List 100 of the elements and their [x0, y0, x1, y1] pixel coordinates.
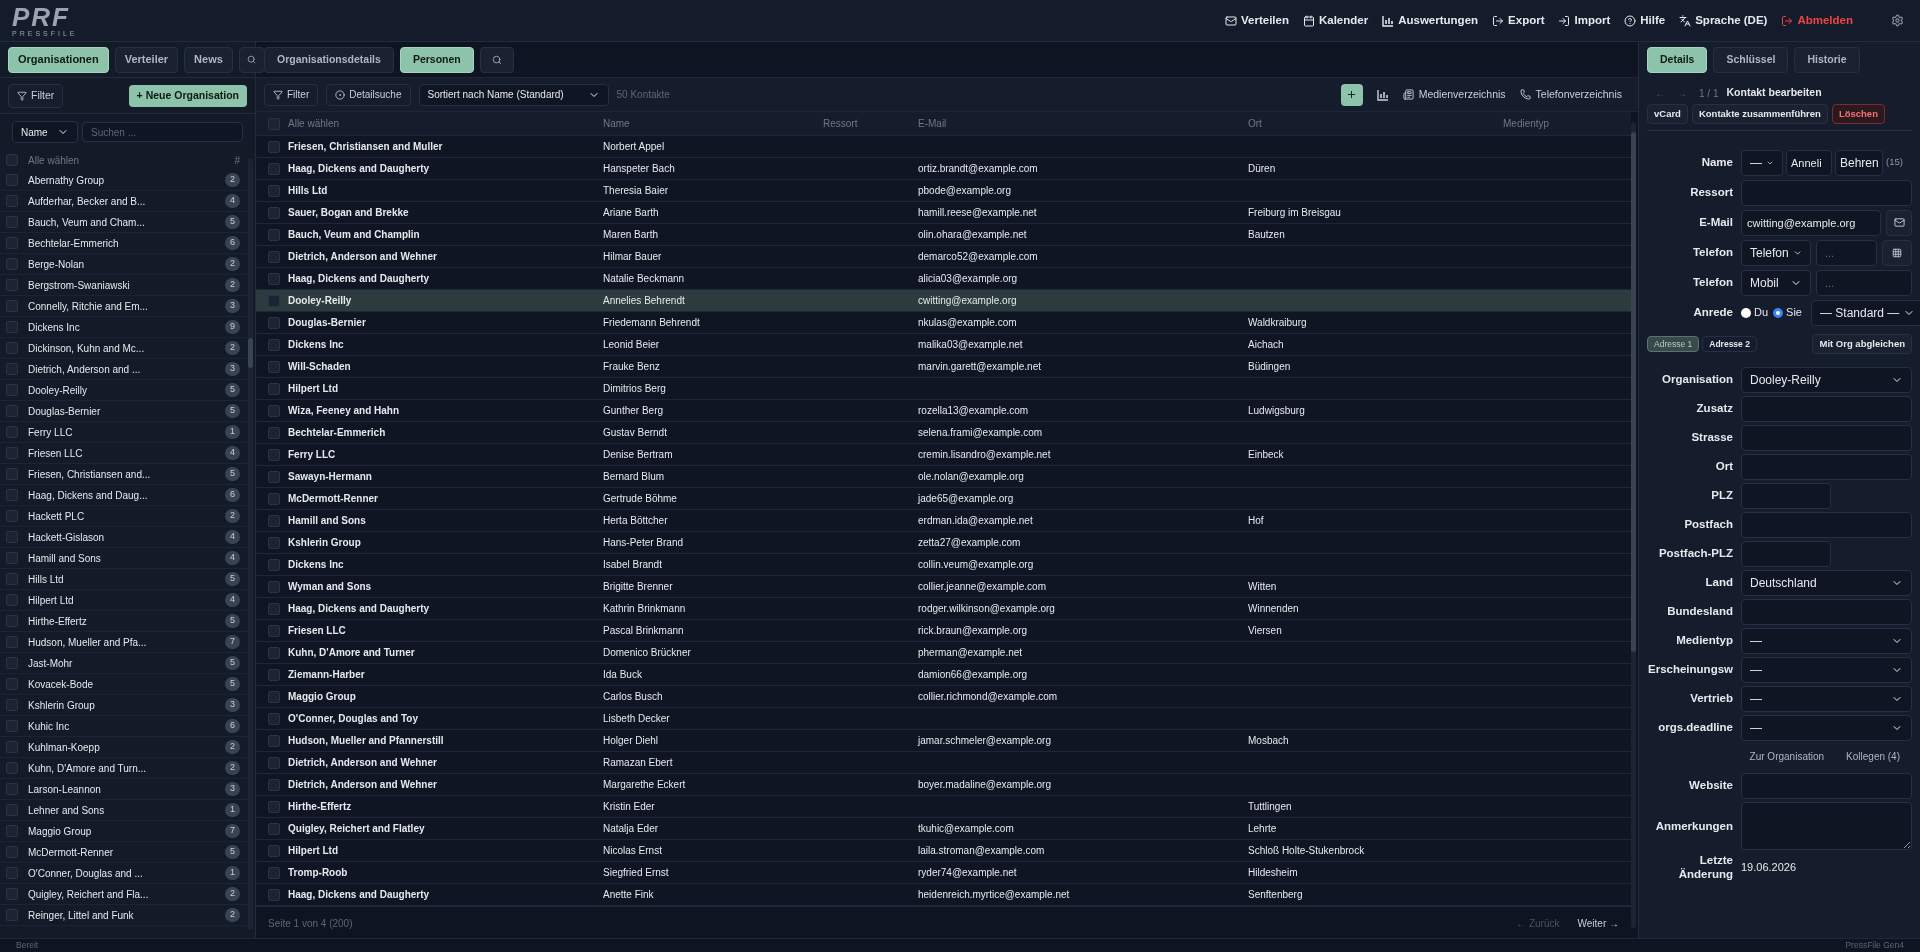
phone-field[interactable]: ...: [1816, 239, 1877, 266]
organisation-name[interactable]: Dickinson, Kuhn and Mc...: [28, 340, 215, 356]
organisation-name[interactable]: Kuhn, D'Amore and Turn...: [28, 760, 215, 776]
address-tab[interactable]: Adresse 1: [1647, 336, 1700, 352]
select-field[interactable]: —: [1741, 714, 1912, 741]
action-button[interactable]: vCard: [1647, 104, 1688, 124]
column-header[interactable]: Ort: [1248, 116, 1503, 131]
view-tab[interactable]: Personen: [399, 46, 474, 73]
organisation-name[interactable]: Hudson, Mueller and Pfa...: [28, 634, 215, 650]
nav-link[interactable]: Kalender: [1302, 11, 1369, 30]
table-row[interactable]: Dooley-Reilly Annelies Behrendt cwitting@example.org: [256, 290, 1631, 312]
column-header[interactable]: Medientyp: [1503, 116, 1631, 131]
nav-link[interactable]: Import: [1558, 11, 1611, 30]
phone-directory-button[interactable]: Telefonverzeichnis: [1519, 86, 1622, 103]
search-field[interactable]: Suchen ...: [82, 122, 243, 142]
organisation-name[interactable]: Dickens Inc: [28, 319, 215, 335]
column-header[interactable]: Ressort: [823, 116, 918, 131]
phone-type-select[interactable]: Mobil: [1741, 269, 1811, 296]
detail-tab[interactable]: Details: [1647, 47, 1708, 73]
nav-link[interactable]: Hilfe: [1624, 11, 1666, 30]
organisation-name[interactable]: Douglas-Bernier: [28, 403, 215, 419]
organisation-name[interactable]: Bauch, Veum and Cham...: [28, 214, 215, 230]
first-name-field[interactable]: Anneli: [1786, 149, 1832, 176]
organisation-name[interactable]: Reinger, Littel and Funk: [28, 907, 215, 923]
nav-link[interactable]: Sprache (DE): [1679, 11, 1768, 30]
name-cell-text: Ariane Barth: [603, 206, 660, 220]
salutation-select[interactable]: — Standard —: [1810, 299, 1920, 326]
filter-button[interactable]: Filter: [264, 83, 319, 106]
count-badge: 5: [225, 614, 240, 628]
address-tab[interactable]: Adresse 2: [1702, 336, 1757, 352]
organisation-name[interactable]: Hackett PLC: [28, 508, 215, 524]
organisation-name[interactable]: Friesen LLC: [28, 445, 215, 461]
organisation-name[interactable]: Hamill and Sons: [28, 550, 215, 566]
organisation-name[interactable]: Aufderhar, Becker and B...: [28, 193, 215, 209]
panel-link[interactable]: Kollegen (4): [1846, 749, 1900, 764]
organisation-name[interactable]: Hilpert Ltd: [28, 592, 215, 608]
last-name-field[interactable]: Behren: [1835, 149, 1883, 176]
detail-search-button[interactable]: Detailsuche: [326, 83, 411, 106]
organisation-name[interactable]: Kuhlman-Koepp: [28, 739, 215, 755]
field-select[interactable]: Name: [12, 121, 78, 143]
action-button[interactable]: Löschen: [1831, 104, 1885, 124]
organisation-name[interactable]: Haag, Dickens and Daug...: [28, 487, 215, 503]
organisation-name[interactable]: Ferry LLC: [28, 424, 215, 440]
detail-tab[interactable]: Schlüssel: [1713, 47, 1789, 73]
organisation-name[interactable]: Dooley-Reilly: [28, 382, 215, 398]
email-field[interactable]: cwitting@example.org: [1741, 209, 1881, 236]
column-header[interactable]: Alle wählen: [288, 116, 603, 131]
media-directory-button[interactable]: Medienverzeichnis: [1402, 86, 1506, 103]
organisation-name[interactable]: McDermott-Renner: [28, 844, 215, 860]
phone-type-select[interactable]: Telefon: [1741, 239, 1811, 266]
select-field[interactable]: Dooley-Reilly: [1741, 366, 1912, 393]
field-label: Land: [1704, 575, 1733, 590]
nav-link[interactable]: Verteilen: [1225, 11, 1289, 30]
sidebar-tab[interactable]: News: [184, 46, 233, 73]
organisation-name[interactable]: Larson-Leannon: [28, 781, 215, 797]
filter-button[interactable]: Filter: [8, 83, 64, 108]
organisation-name[interactable]: Kuhic Inc: [28, 718, 215, 734]
nav-link[interactable]: Abmelden: [1781, 11, 1853, 30]
organisation-name[interactable]: Connelly, Ritchie and Em...: [28, 298, 215, 314]
organisation-name[interactable]: Quigley, Reichert and Fla...: [28, 886, 215, 902]
nav-link[interactable]: Export: [1492, 11, 1545, 30]
organisation-name[interactable]: Bechtelar-Emmerich: [28, 235, 215, 251]
salutation-select[interactable]: —: [1741, 149, 1783, 176]
organisation-name[interactable]: Friesen, Christiansen and...: [28, 466, 215, 482]
detail-tab[interactable]: Historie: [1794, 47, 1860, 73]
organisation-name[interactable]: Hirthe-Effertz: [28, 613, 215, 629]
organisation-name[interactable]: Berge-Nolan: [28, 256, 215, 272]
organisation-name[interactable]: Kshlerin Group: [28, 697, 215, 713]
organisation-name[interactable]: Jast-Mohr: [28, 655, 215, 671]
organisation-name[interactable]: Dietrich, Anderson and ...: [28, 361, 215, 377]
organisation-name[interactable]: O'Conner, Douglas and ...: [28, 865, 215, 881]
sidebar-tab[interactable]: Organisationen: [8, 46, 109, 73]
select-field[interactable]: Deutschland: [1741, 569, 1912, 596]
organisation-cell-text: Will-Schaden: [288, 360, 352, 374]
select-field[interactable]: —: [1741, 627, 1912, 654]
organisation-name[interactable]: Hackett-Gislason: [28, 529, 215, 545]
organisation-name[interactable]: Bergstrom-Swaniawski: [28, 277, 215, 293]
action-button[interactable]: Kontakte zusammenführen: [1691, 104, 1828, 124]
organisation-name[interactable]: Hills Ltd: [28, 571, 215, 587]
new-organisation-button[interactable]: + Neue Organisation: [128, 84, 247, 107]
nav-link[interactable]: Auswertungen: [1382, 11, 1479, 30]
phone-field[interactable]: ...: [1816, 269, 1912, 296]
column-header[interactable]: E-Mail: [918, 116, 1248, 131]
select-field[interactable]: —: [1741, 685, 1912, 712]
column-header[interactable]: Name: [603, 116, 823, 131]
organisation-name[interactable]: Kovacek-Bode: [28, 676, 215, 692]
organisation-cell-text: Quigley, Reichert and Flatley: [288, 822, 426, 836]
field-label: Website: [1688, 778, 1733, 793]
select-field[interactable]: —: [1741, 656, 1912, 683]
sync-button[interactable]: Mit Org abgleichen: [1812, 334, 1912, 354]
organisation-name[interactable]: Maggio Group: [28, 823, 215, 839]
sort-select[interactable]: Sortiert nach Name (Standard): [418, 83, 609, 106]
organisation-name[interactable]: Lehner and Sons: [28, 802, 215, 818]
panel-link[interactable]: Zur Organisation: [1749, 749, 1825, 764]
sidebar-tab[interactable]: Verteiler: [114, 46, 179, 73]
view-tab[interactable]: Organisationsdetails: [264, 46, 394, 73]
organisation-name[interactable]: Abernathy Group: [28, 172, 215, 188]
next-page-button[interactable]: Weiter →: [1577, 916, 1619, 931]
count-badge: 4: [225, 593, 240, 607]
name-cell-text: Kathrin Brinkmann: [603, 602, 687, 616]
